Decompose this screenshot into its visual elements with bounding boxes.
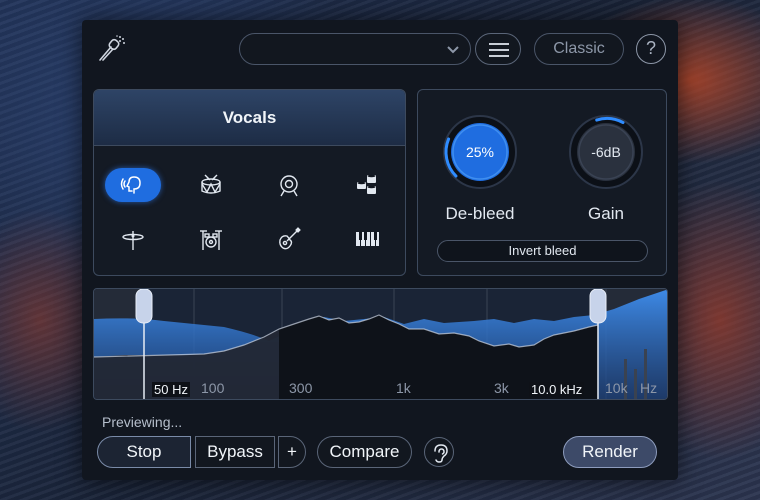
instrument-cymbal[interactable] <box>105 222 161 256</box>
instrument-vocals[interactable] <box>105 168 161 202</box>
microphone-icon <box>99 35 125 61</box>
freq-label-10k: 10k <box>605 380 628 396</box>
gain-label: Gain <box>588 204 624 223</box>
vocals-icon <box>120 176 141 194</box>
instrument-bass-drum[interactable] <box>261 168 317 202</box>
debleed-knob[interactable]: 25% <box>440 112 520 192</box>
instrument-drum-kit[interactable] <box>183 222 239 256</box>
menu-button[interactable] <box>475 33 521 65</box>
bypass-button[interactable]: Bypass <box>195 436 275 468</box>
status-text: Previewing... <box>102 414 183 430</box>
render-button[interactable]: Render <box>563 436 657 468</box>
instrument-guitar[interactable] <box>261 222 317 256</box>
stop-button[interactable]: Stop <box>97 436 191 468</box>
help-button[interactable]: ? <box>636 34 666 64</box>
spectrum-display[interactable]: 50 Hz 100 300 1k 3k 10.0 kHz 10k Hz <box>93 288 668 400</box>
high-cut-value: 10.0 kHz <box>529 382 585 397</box>
high-cut-handle[interactable] <box>589 289 607 324</box>
low-cut-handle[interactable] <box>135 289 153 324</box>
guitar-icon <box>279 227 301 250</box>
drum-kit-icon <box>200 230 222 250</box>
ear-icon <box>434 444 448 463</box>
instrument-piano[interactable] <box>339 222 395 256</box>
knob-panel: 25% De-bleed -6dB Gain Invert bleed <box>417 89 667 276</box>
freq-label-hz: Hz <box>640 380 658 396</box>
low-cut-value: 50 Hz <box>152 382 190 397</box>
freq-label-100: 100 <box>201 380 225 396</box>
gain-value: -6dB <box>591 144 621 160</box>
invert-bleed-button[interactable]: Invert bleed <box>437 240 648 262</box>
instrument-drum[interactable] <box>183 168 239 202</box>
add-button[interactable]: + <box>278 436 306 468</box>
cymbal-icon <box>122 231 144 250</box>
debleed-label: De-bleed <box>445 204 515 223</box>
source-selector: Vocals <box>93 89 406 276</box>
debleed-value: 25% <box>465 144 495 160</box>
source-title: Vocals <box>222 108 277 127</box>
piano-icon <box>356 232 379 246</box>
listen-button[interactable] <box>424 437 454 467</box>
chevron-down-icon <box>447 46 459 54</box>
bass-drum-icon <box>280 175 298 197</box>
freq-label-3k: 3k <box>494 380 509 396</box>
drum-icon <box>201 174 221 194</box>
hamburger-icon <box>489 43 509 57</box>
classic-button[interactable]: Classic <box>534 33 624 65</box>
instrument-percussion[interactable] <box>339 168 395 202</box>
plugin-panel: Classic ? Vocals 25% De-bleed -6dB Gain … <box>82 20 678 480</box>
compare-button[interactable]: Compare <box>317 436 412 468</box>
freq-label-300: 300 <box>289 380 313 396</box>
preset-dropdown[interactable] <box>239 33 471 65</box>
percussion-icon <box>357 174 376 194</box>
freq-label-1k: 1k <box>396 380 411 396</box>
gain-knob[interactable]: -6dB <box>566 112 646 192</box>
